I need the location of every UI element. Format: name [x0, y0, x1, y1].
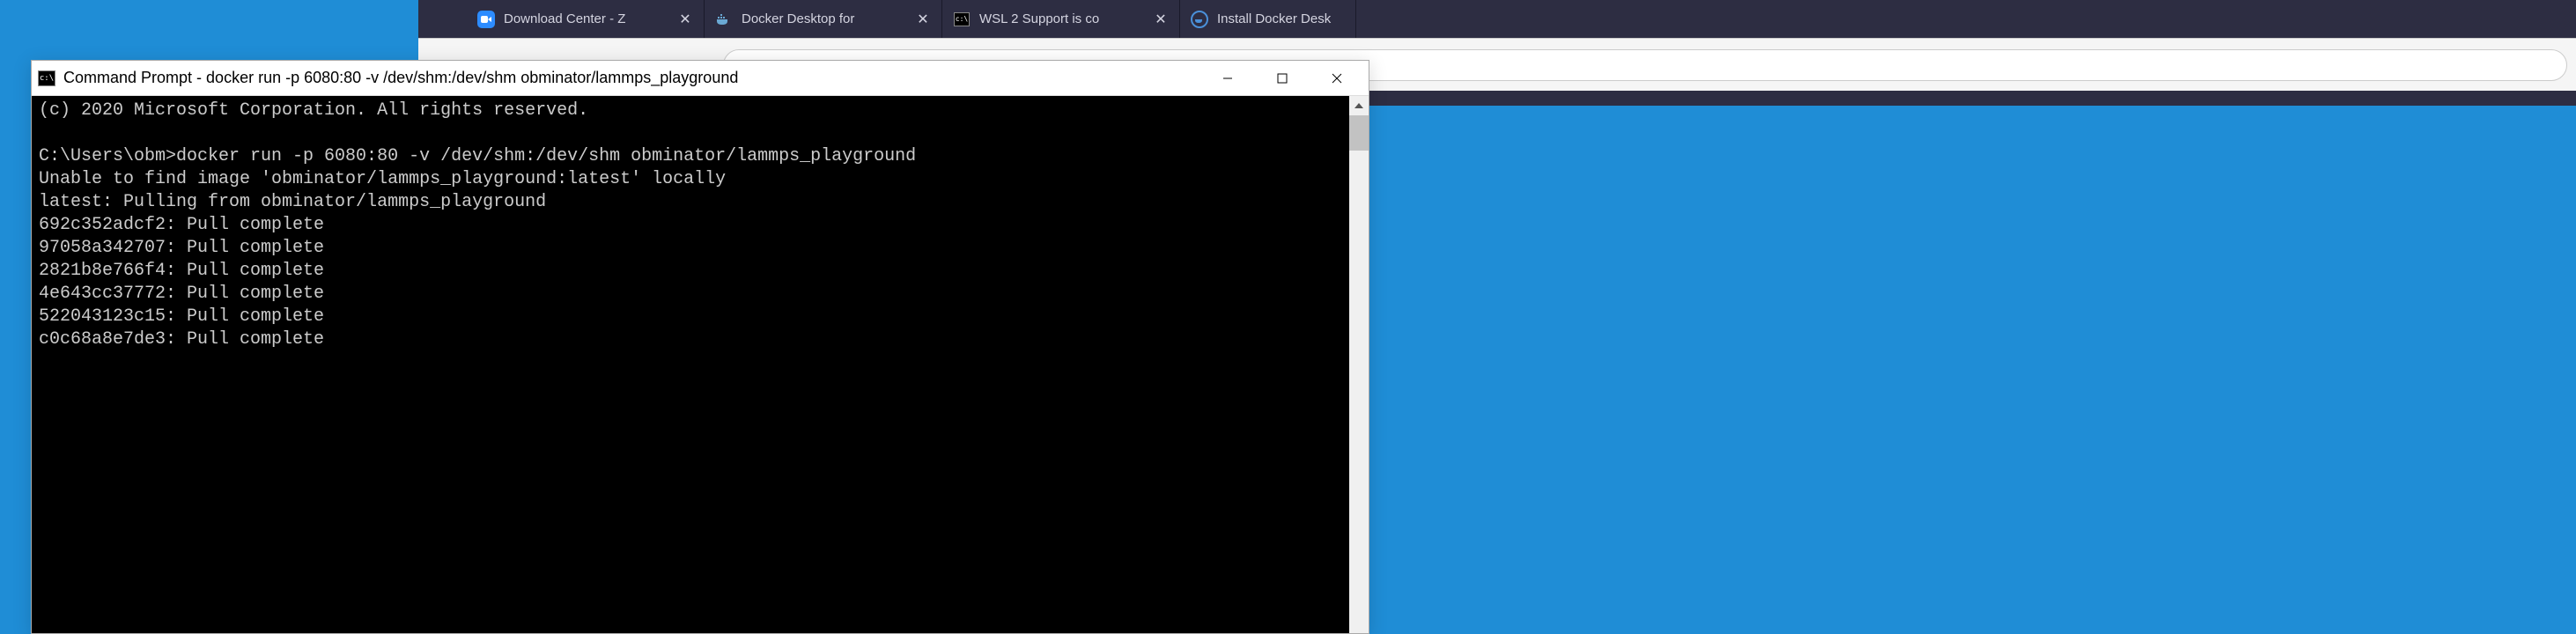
close-button[interactable] [1310, 63, 1363, 94]
scroll-up-button[interactable] [1349, 96, 1369, 115]
cmd-icon: c:\ [953, 11, 971, 28]
browser-tab-install-docker[interactable]: Install Docker Desk [1180, 0, 1356, 38]
scroll-thumb[interactable] [1349, 115, 1369, 151]
scrollbar[interactable] [1349, 96, 1369, 633]
minimize-button[interactable] [1201, 63, 1254, 94]
docker-circle-icon [1191, 11, 1208, 28]
tab-label: Install Docker Desk [1217, 11, 1345, 26]
close-icon[interactable]: ✕ [915, 11, 931, 27]
browser-tab-wsl[interactable]: c:\ WSL 2 Support is co ✕ [942, 0, 1180, 38]
terminal-output: (c) 2020 Microsoft Corporation. All righ… [39, 100, 1362, 351]
close-icon[interactable]: ✕ [677, 11, 693, 27]
window-title: Command Prompt - docker run -p 6080:80 -… [63, 69, 1201, 87]
close-icon[interactable]: ✕ [1153, 11, 1169, 27]
tab-label: WSL 2 Support is co [979, 11, 1144, 26]
window-controls [1201, 63, 1363, 94]
browser-tab-docker-desktop[interactable]: Docker Desktop for ✕ [705, 0, 942, 38]
tab-label: Docker Desktop for [742, 11, 906, 26]
browser-tab-strip: Download Center - Z ✕ Docker Desktop for… [418, 0, 2576, 38]
window-titlebar[interactable]: c:\ Command Prompt - docker run -p 6080:… [32, 61, 1369, 96]
browser-tab-zoom[interactable]: Download Center - Z ✕ [467, 0, 705, 38]
zoom-icon [477, 11, 495, 28]
docker-icon [715, 11, 733, 28]
terminal-body[interactable]: (c) 2020 Microsoft Corporation. All righ… [32, 96, 1369, 633]
cmd-prompt-icon: c:\ [37, 69, 56, 88]
tab-label: Download Center - Z [504, 11, 668, 26]
command-prompt-window: c:\ Command Prompt - docker run -p 6080:… [31, 60, 1369, 634]
maximize-button[interactable] [1256, 63, 1309, 94]
